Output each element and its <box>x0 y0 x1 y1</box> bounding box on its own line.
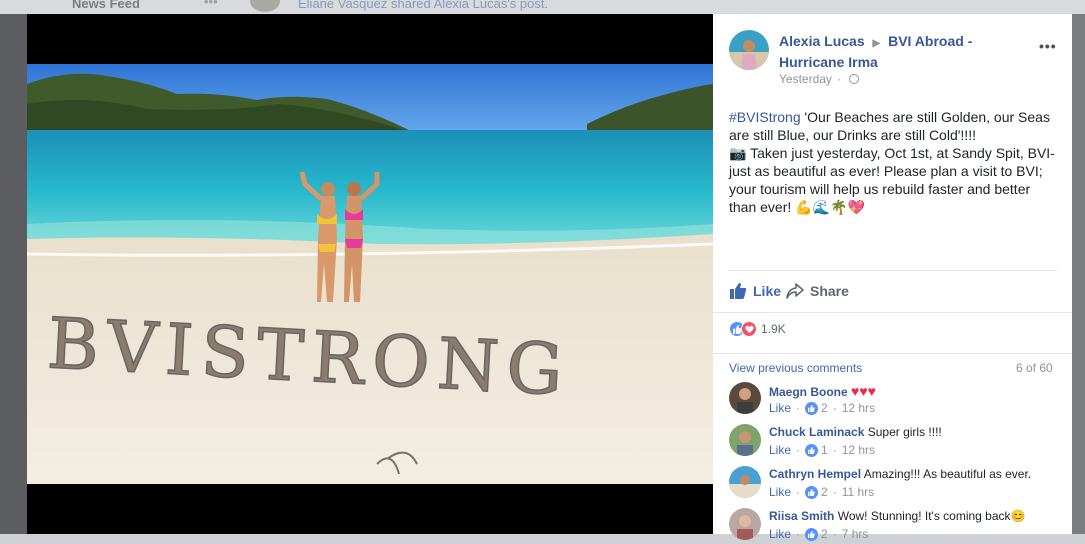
thumbs-up-icon <box>805 527 819 541</box>
like-button[interactable]: Like <box>729 282 781 300</box>
commenter-name[interactable]: Maegn Boone <box>769 385 848 399</box>
comment-like-button[interactable]: Like <box>769 485 791 499</box>
reactions-summary[interactable]: 1.9K <box>729 321 786 337</box>
author-avatar[interactable] <box>729 30 769 70</box>
like-label: Like <box>753 283 782 299</box>
comment-time[interactable]: 11 hrs <box>842 485 874 499</box>
news-feed-label: News Feed <box>72 0 140 11</box>
comment-like-button[interactable]: Like <box>769 527 791 541</box>
background-topbar: News Feed ••• Eliane Vasquez shared Alex… <box>0 0 1085 14</box>
comment-time[interactable]: 12 hrs <box>842 401 875 415</box>
globe-icon <box>848 74 859 84</box>
thumbs-up-icon <box>730 283 747 299</box>
comment-like-count[interactable]: 2 <box>821 401 828 415</box>
background-bottom <box>0 534 1085 544</box>
post-body-2: 📷 Taken just yesterday, Oct 1st, at Sand… <box>729 145 1055 215</box>
commenter-avatar[interactable] <box>729 424 761 456</box>
commenter-avatar[interactable] <box>729 382 761 414</box>
divider <box>713 312 1072 313</box>
shared-text: Eliane Vasquez shared Alexia Lucas's pos… <box>298 0 549 11</box>
share-label: Share <box>810 283 849 299</box>
thumbs-up-icon <box>805 443 819 457</box>
beach-photo: BVISTRONG <box>27 64 713 484</box>
post-panel: Alexia Lucas ▶ BVI Abroad - Hurricane Ir… <box>713 14 1072 541</box>
more-icon: ••• <box>204 0 218 9</box>
comment-text: Amazing!!! As beautiful as ever. <box>863 467 1032 481</box>
commenter-avatar[interactable] <box>729 466 761 498</box>
divider <box>713 353 1072 354</box>
comment-like-button[interactable]: Like <box>769 443 791 457</box>
avatar <box>250 0 280 12</box>
comments-count: 6 of 60 <box>1016 361 1053 375</box>
author-name[interactable]: Alexia Lucas <box>779 33 865 49</box>
post-text: #BVIStrong 'Our Beaches are still Golden… <box>729 108 1059 216</box>
thumbs-up-icon <box>805 401 819 415</box>
comment-like-button[interactable]: Like <box>769 401 791 415</box>
thumbs-up-icon <box>805 485 819 499</box>
commenter-name[interactable]: Chuck Laminack <box>769 425 864 439</box>
comment-like-count[interactable]: 2 <box>821 527 828 541</box>
background-left <box>0 14 27 544</box>
post-timestamp: Yesterday · <box>779 72 859 86</box>
hashtag-link[interactable]: #BVIStrong <box>729 109 801 125</box>
share-button[interactable]: Share <box>786 282 849 300</box>
photo-theater[interactable]: BVISTRONG <box>27 14 713 534</box>
post-photo[interactable]: BVISTRONG <box>27 64 713 484</box>
commenter-avatar[interactable] <box>729 508 761 540</box>
commenter-name[interactable]: Riisa Smith <box>769 509 834 523</box>
reaction-count: 1.9K <box>761 322 786 336</box>
commenter-name[interactable]: Cathryn Hempel <box>769 467 861 481</box>
comment-time[interactable]: 12 hrs <box>842 443 875 457</box>
love-reaction-icon <box>741 321 757 337</box>
caret-right-icon: ▶ <box>872 38 881 49</box>
post-time[interactable]: Yesterday <box>779 72 832 86</box>
post-header: Alexia Lucas ▶ BVI Abroad - Hurricane Ir… <box>779 32 1029 72</box>
comment-time[interactable]: 7 hrs <box>842 527 869 541</box>
share-icon <box>786 283 804 299</box>
comment-like-count[interactable]: 1 <box>821 443 828 457</box>
comment-text: Super girls !!!! <box>867 425 942 439</box>
view-previous-comments-link[interactable]: View previous comments <box>729 361 862 375</box>
more-options-icon[interactable]: ••• <box>1039 38 1057 54</box>
divider <box>729 270 1057 271</box>
heart-icon: ♥♥♥ <box>851 383 876 399</box>
comment-like-count[interactable]: 2 <box>821 485 828 499</box>
comment-text: Wow! Stunning! It's coming back😊 <box>837 509 1026 523</box>
